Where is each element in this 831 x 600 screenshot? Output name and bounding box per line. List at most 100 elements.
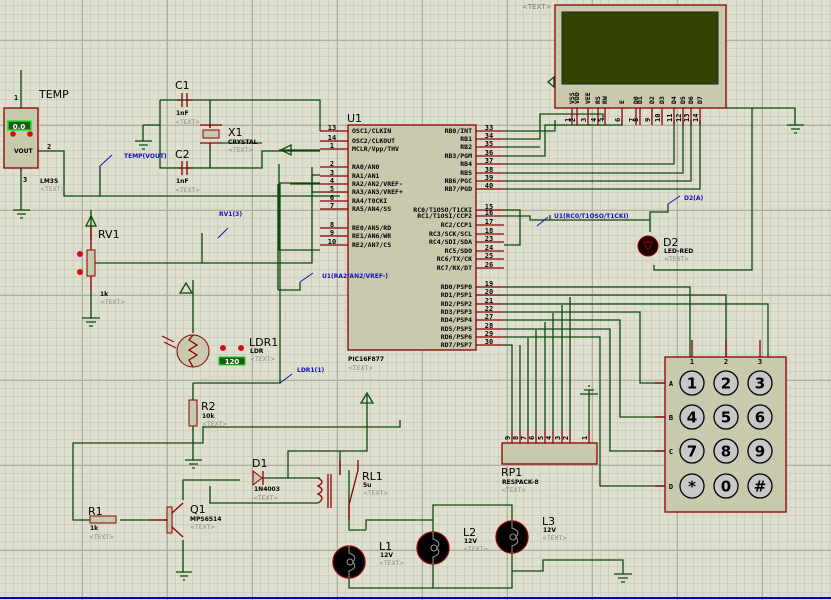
u1-pin-number: 37 bbox=[485, 157, 493, 165]
lcd-pin-number: 12 bbox=[675, 114, 683, 122]
keypad-key-label: 9 bbox=[755, 443, 765, 461]
lamp-value: 12V bbox=[543, 527, 556, 534]
c2-value: 1nF bbox=[176, 178, 189, 185]
u1-pin-number: 39 bbox=[485, 174, 493, 182]
rp1-value: RESPACK-8 bbox=[502, 479, 539, 486]
keypad-key-label: # bbox=[754, 478, 767, 496]
keypad-key[interactable]: 6 bbox=[747, 404, 773, 430]
keypad-key[interactable]: 2 bbox=[713, 370, 739, 396]
temp-text: <TEXT> bbox=[40, 186, 65, 193]
schematic-canvas[interactable]: U1 PIC16F877 <TEXT> 13 OSC1/CLKIN 14 OSC2/C… bbox=[0, 0, 831, 600]
u1-pin-number: 10 bbox=[328, 238, 336, 246]
lcd-pin-number: 5 bbox=[597, 118, 605, 122]
u1-pin-label: RE1/AN6/WR bbox=[352, 232, 391, 240]
u1-pin-number: 38 bbox=[485, 166, 493, 174]
d1-ref: D1 bbox=[252, 457, 267, 470]
lamp-text: <TEXT> bbox=[379, 560, 404, 567]
u1-pin-label: RC2/CCP1 bbox=[441, 221, 472, 229]
keypad-key-label: 2 bbox=[721, 375, 731, 393]
temp-pin1: 1 bbox=[14, 94, 18, 102]
keypad-key[interactable]: 0 bbox=[713, 473, 739, 499]
keypad-col-label: 1 bbox=[690, 358, 694, 366]
rp1-pin-number: 4 bbox=[545, 436, 553, 440]
u1-pin-label: RB0/INT bbox=[445, 127, 472, 135]
lcd-pin-number: 3 bbox=[580, 118, 588, 122]
rp1-pin-number: 8 bbox=[512, 436, 520, 440]
u1-pin-label: RD7/PSP7 bbox=[441, 341, 472, 349]
keypad-key-label: 5 bbox=[721, 409, 731, 427]
keypad-key-label: 6 bbox=[755, 409, 765, 427]
r2-text: <TEXT> bbox=[202, 421, 227, 428]
keypad-col-label: 3 bbox=[758, 358, 762, 366]
keypad-key[interactable]: 4 bbox=[679, 404, 705, 430]
u1-pin-number: 25 bbox=[485, 252, 493, 260]
lcd-pin-label: RW bbox=[601, 96, 609, 104]
u1-pin-label: RC6/TX/CK bbox=[437, 255, 472, 263]
lcd-pin-label: D6 bbox=[687, 96, 695, 104]
lcd-screen bbox=[561, 11, 719, 85]
u1-pin-label: RD0/PSP0 bbox=[441, 283, 472, 291]
u1-pin-label: RA5/AN4/SS bbox=[352, 205, 391, 213]
probe-temp-vout: TEMP(VOUT) bbox=[124, 153, 167, 160]
probe-d2: D2(A) bbox=[684, 195, 704, 202]
u1-pin-number: 16 bbox=[485, 209, 493, 217]
rp1-text: <TEXT> bbox=[501, 487, 526, 494]
u1-pin-label: RD2/PSP2 bbox=[441, 300, 472, 308]
rp1-pin-number: 5 bbox=[537, 436, 545, 440]
lcd-pin-number: 14 bbox=[692, 114, 700, 122]
keypad-key[interactable]: * bbox=[679, 473, 705, 499]
keypad-key[interactable]: # bbox=[747, 473, 773, 499]
rp1-pin-number: 3 bbox=[554, 436, 562, 440]
rp1-pin-number: 7 bbox=[520, 436, 528, 440]
lcd-pin-number: 2 bbox=[569, 118, 577, 122]
rp1-pin-number: 6 bbox=[528, 436, 536, 440]
schematic[interactable]: U1 PIC16F877 <TEXT> 13 OSC1/CLKIN14 OSC2/C… bbox=[0, 0, 831, 600]
u1-pin-number: 34 bbox=[485, 132, 493, 140]
keypad-key-label: * bbox=[688, 478, 696, 496]
u1-pin-number: 14 bbox=[328, 134, 336, 142]
u1-pin-label: MCLR/Vpp/THV bbox=[352, 145, 399, 153]
ldr1-value: LDR bbox=[250, 348, 264, 355]
lamp-text: <TEXT> bbox=[463, 546, 488, 553]
probe-u1-rc0: U1(RC0/T1OSO/T1CKI) bbox=[554, 213, 629, 220]
u1-pin-number: 9 bbox=[330, 229, 334, 237]
lcd-pin-label: VEE bbox=[584, 92, 592, 104]
u1-pin-number: 33 bbox=[485, 124, 493, 132]
lcd-pin-number: 6 bbox=[614, 118, 622, 122]
keypad-key[interactable]: 3 bbox=[747, 370, 773, 396]
probe-rv1: RV1(3) bbox=[219, 211, 242, 218]
u1-pin-number: 19 bbox=[485, 280, 493, 288]
c1-text: <TEXT> bbox=[175, 119, 200, 126]
u1-pic16f877[interactable]: U1 PIC16F877 <TEXT> 13 OSC1/CLKIN14 OSC2/C… bbox=[320, 112, 504, 372]
c2-text: <TEXT> bbox=[175, 187, 200, 194]
ldr1-display: 120 bbox=[225, 358, 240, 366]
rp1-ref: RP1 bbox=[501, 466, 522, 479]
u1-pin-label: RB2 bbox=[460, 143, 472, 151]
keypad-key[interactable]: 9 bbox=[747, 438, 773, 464]
u1-pin-number: 8 bbox=[330, 221, 334, 229]
keypad-key[interactable]: 7 bbox=[679, 438, 705, 464]
temp-ref: TEMP bbox=[38, 88, 69, 101]
r1-text: <TEXT> bbox=[89, 534, 114, 541]
u1-pin-label: RC4/SDI/SDA bbox=[429, 238, 472, 246]
u1-pin-label: RD5/PSP5 bbox=[441, 325, 472, 333]
keypad-key-label: 8 bbox=[721, 443, 731, 461]
keypad-key[interactable]: 8 bbox=[713, 438, 739, 464]
u1-pin-number: 30 bbox=[485, 338, 493, 346]
u1-pin-label: RA3/AN3/VREF+ bbox=[352, 188, 403, 196]
u1-pin-number: 23 bbox=[485, 235, 493, 243]
u1-pin-label: RC5/SDO bbox=[445, 247, 472, 255]
keypad-key[interactable]: 5 bbox=[713, 404, 739, 430]
u1-pin-label: RA1/AN1 bbox=[352, 172, 379, 180]
u1-pin-label: OSC1/CLKIN bbox=[352, 127, 391, 135]
x1-text: <TEXT> bbox=[228, 147, 253, 154]
keypad-key-label: 3 bbox=[755, 375, 765, 393]
lcd-pin-number: 13 bbox=[683, 114, 691, 122]
probe-u1-ra2: U1(RA2/AN2/VREF-) bbox=[322, 273, 388, 280]
c1-ref: C1 bbox=[175, 79, 190, 92]
r1-ref: R1 bbox=[88, 505, 103, 518]
keypad[interactable]: 1 2 3ABCD1 2 34 5 67 8 9* 0 # bbox=[655, 340, 787, 513]
u1-pin-number: 40 bbox=[485, 182, 493, 190]
keypad-key[interactable]: 1 bbox=[679, 370, 705, 396]
u1-pin-label: RA2/AN2/VREF- bbox=[352, 180, 403, 188]
